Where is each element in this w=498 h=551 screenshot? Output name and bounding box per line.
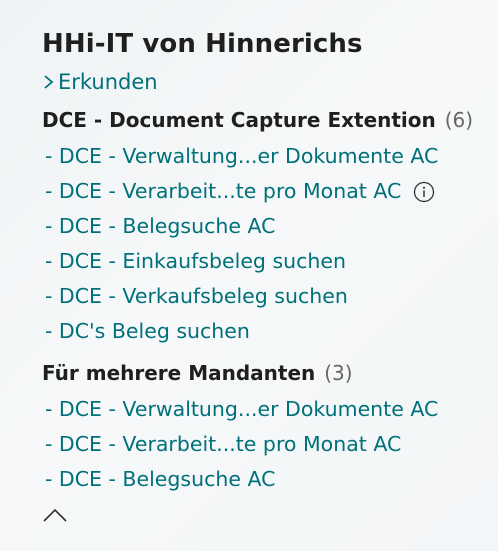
info-icon[interactable] [413,181,435,203]
navigation-panel: HHi-IT von Hinnerichs Erkunden DCE - Doc… [42,26,482,497]
group-header-dce: DCE - Document Capture Extention (6) [42,107,482,133]
list-item-verarbeitung[interactable]: - DCE - Verarbeit...te pro Monat AC [42,427,482,462]
group-count: (3) [324,361,353,385]
list-item-label[interactable]: - DCE - Belegsuche AC [45,462,275,497]
list-item-label[interactable]: - DCE - Verwaltung...er Dokumente AC [45,139,438,174]
list-item-belegsuche[interactable]: - DCE - Belegsuche AC [42,209,482,244]
group-header-mandanten: Für mehrere Mandanten (3) [42,360,482,386]
list-item-verwaltung[interactable]: - DCE - Verwaltung...er Dokumente AC [42,392,482,427]
list-item-verkaufsbeleg[interactable]: - DCE - Verkaufsbeleg suchen [42,279,482,314]
list-item-label[interactable]: - DC's Beleg suchen [45,314,250,349]
group-items-mandanten: - DCE - Verwaltung...er Dokumente AC - D… [42,392,482,497]
list-item-label[interactable]: - DCE - Einkaufsbeleg suchen [45,244,346,279]
chevron-right-icon [44,75,54,89]
list-item-label[interactable]: - DCE - Verkaufsbeleg suchen [45,279,348,314]
list-item-verwaltung[interactable]: - DCE - Verwaltung...er Dokumente AC [42,139,482,174]
group-count: (6) [444,108,474,132]
panel-title: HHi-IT von Hinnerichs [42,29,363,59]
list-item-belegsuche[interactable]: - DCE - Belegsuche AC [42,462,482,497]
chevron-up-icon[interactable] [42,506,68,524]
group-title: DCE - Document Capture Extention [42,108,436,132]
list-item-dcs-beleg[interactable]: - DC's Beleg suchen [42,314,482,349]
list-item-verarbeitung[interactable]: - DCE - Verarbeit...te pro Monat AC [42,174,482,209]
list-item-label[interactable]: - DCE - Verarbeit...te pro Monat AC [45,427,401,462]
list-item-label[interactable]: - DCE - Verarbeit...te pro Monat AC [45,174,401,209]
explore-label[interactable]: Erkunden [58,70,158,94]
group-title: Für mehrere Mandanten [42,361,316,385]
list-item-label[interactable]: - DCE - Verwaltung...er Dokumente AC [45,392,438,427]
explore-link[interactable]: Erkunden [42,69,482,95]
list-item-label[interactable]: - DCE - Belegsuche AC [45,209,275,244]
group-items-dce: - DCE - Verwaltung...er Dokumente AC - D… [42,139,482,349]
list-item-einkaufsbeleg[interactable]: - DCE - Einkaufsbeleg suchen [42,244,482,279]
